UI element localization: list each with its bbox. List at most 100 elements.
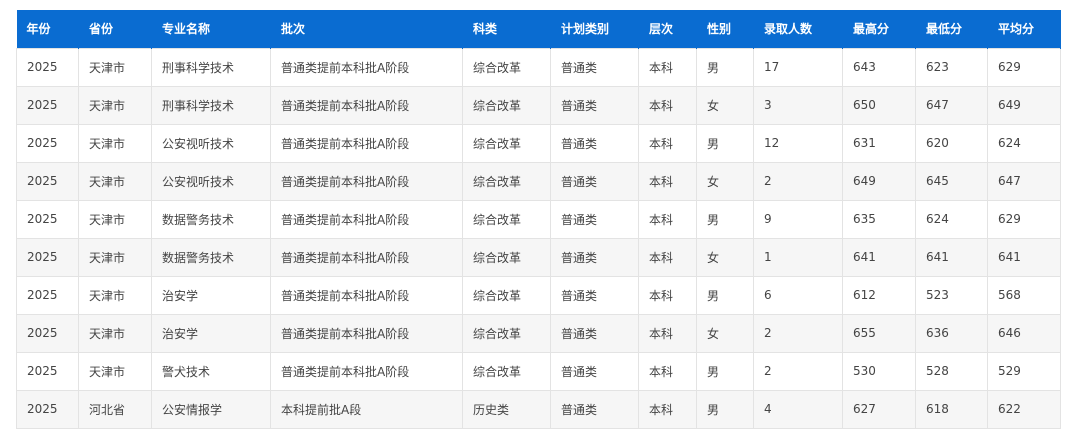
cell-avg-score: 629 — [987, 199, 1061, 239]
cell-subject-category: 综合改革 — [462, 123, 551, 163]
cell-max-score: 641 — [842, 237, 916, 277]
table-row: 2025 天津市 数据警务技术 普通类提前本科批A阶段 综合改革 普通类 本科男 9 635 62… — [16, 199, 1061, 239]
header-province: 省份 — [78, 10, 152, 48]
cell-min-score: 523 — [915, 275, 988, 315]
cell-subject-category: 综合改革 — [462, 313, 551, 353]
cell-gender: 女 — [696, 313, 754, 353]
cell-gender: 男 — [696, 389, 754, 429]
cell-plan-type: 普通类 — [550, 351, 639, 391]
cell-max-score: 635 — [842, 199, 916, 239]
cell-level: 本科 — [638, 47, 697, 87]
cell-batch: 普通类提前本科批A阶段 — [270, 237, 463, 277]
cell-gender: 女 — [696, 237, 754, 277]
cell-admitted-count: 4 — [753, 389, 843, 429]
cell-major: 公安视听技术 — [151, 123, 271, 163]
cell-level: 本科 — [638, 199, 697, 239]
cell-gender: 女 — [696, 161, 754, 201]
cell-subject-category: 综合改革 — [462, 351, 551, 391]
cell-admitted-count: 9 — [753, 199, 843, 239]
header-avg-score: 平均分 — [987, 10, 1061, 48]
cell-min-score: 641 — [915, 237, 988, 277]
cell-plan-type: 普通类 — [550, 199, 639, 239]
cell-plan-type: 普通类 — [550, 47, 639, 87]
cell-admitted-count: 2 — [753, 351, 843, 391]
cell-avg-score: 529 — [987, 351, 1061, 391]
cell-admitted-count: 3 — [753, 85, 843, 125]
cell-max-score: 655 — [842, 313, 916, 353]
cell-max-score: 650 — [842, 85, 916, 125]
cell-province: 天津市 — [78, 313, 152, 353]
cell-plan-type: 普通类 — [550, 275, 639, 315]
cell-major: 刑事科学技术 — [151, 85, 271, 125]
cell-max-score: 627 — [842, 389, 916, 429]
cell-min-score: 623 — [915, 47, 988, 87]
cell-major: 治安学 — [151, 275, 271, 315]
cell-min-score: 618 — [915, 389, 988, 429]
cell-gender: 男 — [696, 123, 754, 163]
cell-province: 天津市 — [78, 161, 152, 201]
cell-major: 数据警务技术 — [151, 237, 271, 277]
header-subject-category: 科类 — [462, 10, 551, 48]
cell-subject-category: 综合改革 — [462, 237, 551, 277]
table-row: 2025 天津市 数据警务技术 普通类提前本科批A阶段 综合改革 普通类 本科女 1 641 64… — [16, 237, 1061, 277]
cell-max-score: 649 — [842, 161, 916, 201]
header-min-score: 最低分 — [915, 10, 988, 48]
cell-subject-category: 综合改革 — [462, 199, 551, 239]
header-major: 专业名称 — [151, 10, 271, 48]
cell-batch: 普通类提前本科批A阶段 — [270, 161, 463, 201]
cell-subject-category: 综合改革 — [462, 275, 551, 315]
header-max-score: 最高分 — [842, 10, 916, 48]
cell-min-score: 624 — [915, 199, 988, 239]
cell-max-score: 612 — [842, 275, 916, 315]
cell-subject-category: 综合改革 — [462, 85, 551, 125]
cell-major: 警犬技术 — [151, 351, 271, 391]
cell-year: 2025 — [16, 47, 79, 87]
cell-level: 本科 — [638, 389, 697, 429]
table-row: 2025 天津市 治安学 普通类提前本科批A阶段 综合改革 普通类 本科男 6 612 523 56… — [16, 275, 1061, 315]
header-level: 层次 — [638, 10, 697, 48]
cell-avg-score: 629 — [987, 47, 1061, 87]
cell-level: 本科 — [638, 275, 697, 315]
cell-province: 天津市 — [78, 237, 152, 277]
cell-avg-score: 647 — [987, 161, 1061, 201]
table-row: 2025 天津市 公安视听技术 普通类提前本科批A阶段 综合改革 普通类 本科男 12 631 6… — [16, 123, 1061, 163]
cell-major: 治安学 — [151, 313, 271, 353]
table-row: 2025 天津市 治安学 普通类提前本科批A阶段 综合改革 普通类 本科女 2 655 636 64… — [16, 313, 1061, 353]
table-row: 2025 天津市 刑事科学技术 普通类提前本科批A阶段 综合改革 普通类 本科女 3 650 64… — [16, 85, 1061, 125]
cell-major: 公安情报学 — [151, 389, 271, 429]
cell-batch: 普通类提前本科批A阶段 — [270, 123, 463, 163]
cell-subject-category: 综合改革 — [462, 161, 551, 201]
cell-admitted-count: 2 — [753, 161, 843, 201]
table-header: 年份 省份 专业名称 批次 科类 计划类别 层次 性别 录取人数 最高分 最低分… — [16, 10, 1061, 48]
cell-max-score: 530 — [842, 351, 916, 391]
cell-admitted-count: 1 — [753, 237, 843, 277]
cell-major: 刑事科学技术 — [151, 47, 271, 87]
cell-major: 数据警务技术 — [151, 199, 271, 239]
cell-batch: 普通类提前本科批A阶段 — [270, 199, 463, 239]
header-year: 年份 — [16, 10, 79, 48]
table-row: 2025 天津市 警犬技术 普通类提前本科批A阶段 综合改革 普通类 本科男 2 530 528 5… — [16, 351, 1061, 391]
cell-subject-category: 历史类 — [462, 389, 551, 429]
table-row: 2025 河北省 公安情报学 本科提前批A段 历史类 普通类 本科男 4 627 618 622 — [16, 389, 1061, 429]
cell-admitted-count: 2 — [753, 313, 843, 353]
header-batch: 批次 — [270, 10, 463, 48]
cell-min-score: 636 — [915, 313, 988, 353]
cell-level: 本科 — [638, 85, 697, 125]
cell-subject-category: 综合改革 — [462, 47, 551, 87]
admission-scores-table-container: 年份 省份 专业名称 批次 科类 计划类别 层次 性别 录取人数 最高分 最低分… — [16, 10, 1061, 429]
cell-plan-type: 普通类 — [550, 123, 639, 163]
cell-admitted-count: 12 — [753, 123, 843, 163]
cell-plan-type: 普通类 — [550, 161, 639, 201]
cell-year: 2025 — [16, 351, 79, 391]
cell-min-score: 647 — [915, 85, 988, 125]
cell-min-score: 620 — [915, 123, 988, 163]
cell-avg-score: 646 — [987, 313, 1061, 353]
cell-plan-type: 普通类 — [550, 237, 639, 277]
cell-province: 天津市 — [78, 85, 152, 125]
table-header-row: 年份 省份 专业名称 批次 科类 计划类别 层次 性别 录取人数 最高分 最低分… — [16, 10, 1061, 48]
cell-gender: 男 — [696, 199, 754, 239]
cell-level: 本科 — [638, 237, 697, 277]
cell-plan-type: 普通类 — [550, 389, 639, 429]
cell-province: 天津市 — [78, 123, 152, 163]
cell-gender: 男 — [696, 351, 754, 391]
